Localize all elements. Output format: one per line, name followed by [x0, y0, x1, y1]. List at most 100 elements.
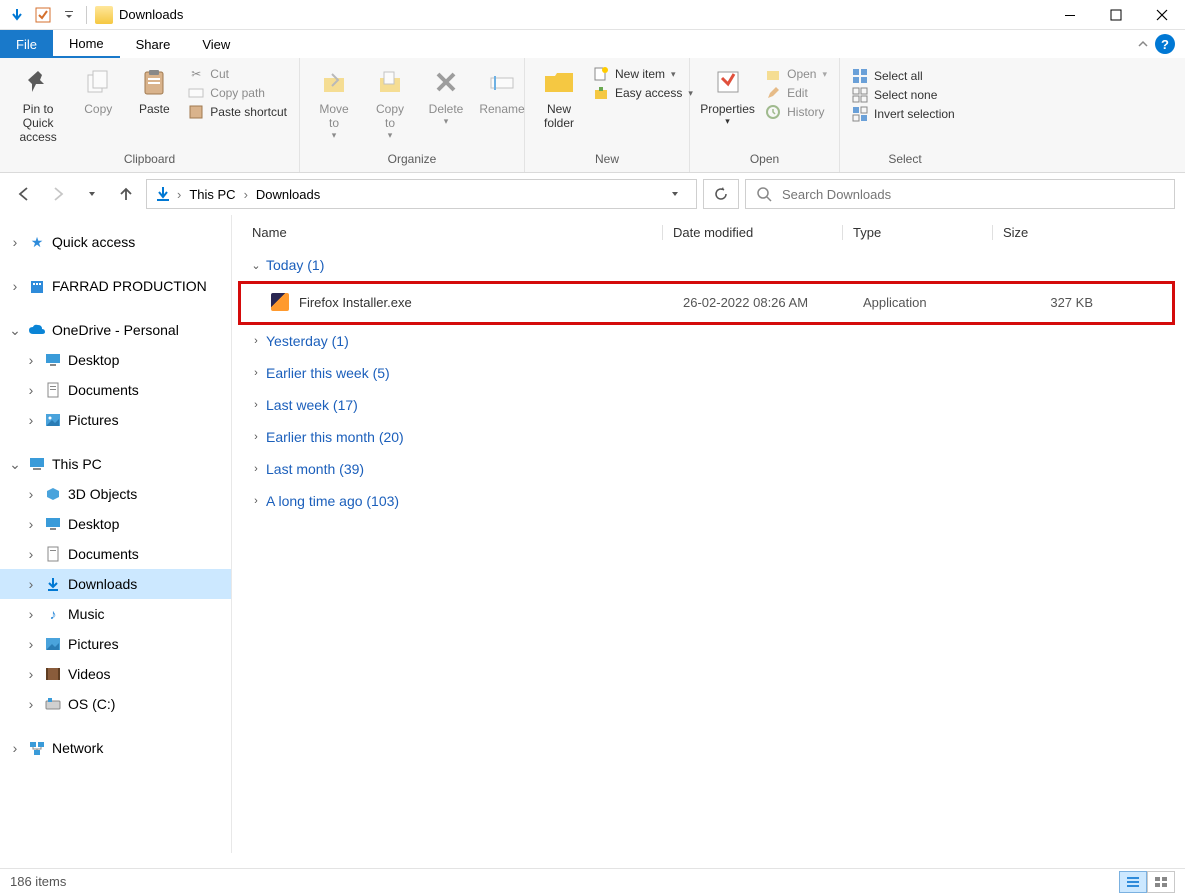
tab-file[interactable]: File	[0, 30, 53, 58]
copy-path-button[interactable]: Copy path	[188, 85, 287, 101]
file-size: 327 KB	[1013, 295, 1113, 310]
sidebar-item-quick-access[interactable]: ›★Quick access	[0, 227, 231, 257]
sidebar-item-os-c[interactable]: ›OS (C:)	[0, 689, 231, 719]
properties-icon	[712, 66, 744, 98]
download-icon	[44, 575, 62, 593]
sidebar-item-onedrive-documents[interactable]: ›Documents	[0, 375, 231, 405]
sidebar-item-this-pc[interactable]: ⌄This PC	[0, 449, 231, 479]
easy-access-button[interactable]: Easy access ▾	[593, 85, 693, 101]
properties-button[interactable]: Properties▾	[696, 62, 759, 127]
sidebar-item-farrad[interactable]: ›FARRAD PRODUCTION	[0, 271, 231, 301]
details-view-button[interactable]	[1119, 871, 1147, 893]
up-button[interactable]	[112, 180, 140, 208]
chevron-right-icon: ›	[250, 367, 262, 379]
breadcrumb-dropdown-icon[interactable]	[660, 189, 690, 199]
chevron-down-icon[interactable]: ⌄	[8, 456, 22, 473]
edit-icon	[765, 85, 781, 101]
pin-quick-access-button[interactable]: Pin to Quick access	[6, 62, 70, 144]
column-header-name[interactable]: Name	[252, 225, 662, 240]
group-last-week[interactable]: ›Last week (17)	[232, 389, 1185, 421]
history-icon	[765, 104, 781, 120]
sidebar-item-pictures[interactable]: ›Pictures	[0, 629, 231, 659]
drive-icon	[44, 695, 62, 713]
chevron-right-icon: ›	[250, 495, 262, 507]
chevron-down-icon[interactable]: ⌄	[8, 322, 22, 339]
navigation-pane[interactable]: ›★Quick access ›FARRAD PRODUCTION ⌄OneDr…	[0, 215, 232, 853]
search-box[interactable]	[745, 179, 1175, 209]
edit-button[interactable]: Edit	[765, 85, 827, 101]
group-long-ago[interactable]: ›A long time ago (103)	[232, 485, 1185, 517]
sidebar-item-onedrive-pictures[interactable]: ›Pictures	[0, 405, 231, 435]
refresh-button[interactable]	[703, 179, 739, 209]
forward-button[interactable]	[44, 180, 72, 208]
checkbox-icon[interactable]	[34, 6, 52, 24]
close-button[interactable]	[1139, 0, 1185, 30]
maximize-button[interactable]	[1093, 0, 1139, 30]
chevron-right-icon[interactable]: ›	[177, 187, 181, 202]
paste-shortcut-button[interactable]: Paste shortcut	[188, 104, 287, 120]
sidebar-item-onedrive[interactable]: ⌄OneDrive - Personal	[0, 315, 231, 345]
music-icon: ♪	[44, 605, 62, 623]
file-row-firefox-installer[interactable]: Firefox Installer.exe 26-02-2022 08:26 A…	[241, 288, 1172, 316]
help-icon[interactable]: ?	[1155, 34, 1175, 54]
paste-button[interactable]: Paste	[126, 62, 182, 116]
rename-icon	[486, 66, 518, 98]
search-input[interactable]	[782, 187, 1164, 202]
building-icon	[28, 277, 46, 295]
sidebar-item-downloads[interactable]: ›Downloads	[0, 569, 231, 599]
copy-button[interactable]: Copy	[70, 62, 126, 116]
sidebar-item-desktop[interactable]: ›Desktop	[0, 509, 231, 539]
firefox-icon	[271, 293, 289, 311]
downloads-icon	[153, 184, 173, 204]
pictures-icon	[44, 411, 62, 429]
column-header-date[interactable]: Date modified	[662, 225, 842, 240]
desktop-icon	[44, 351, 62, 369]
history-button[interactable]: History	[765, 104, 827, 120]
group-last-month[interactable]: ›Last month (39)	[232, 453, 1185, 485]
select-none-button[interactable]: Select none	[852, 87, 955, 103]
group-yesterday[interactable]: ›Yesterday (1)	[232, 325, 1185, 357]
chevron-right-icon[interactable]: ›	[244, 187, 248, 202]
new-folder-button[interactable]: New folder	[531, 62, 587, 130]
rename-button[interactable]: Rename	[474, 62, 530, 116]
group-earlier-month[interactable]: ›Earlier this month (20)	[232, 421, 1185, 453]
large-icons-view-button[interactable]	[1147, 871, 1175, 893]
breadcrumb-this-pc[interactable]: This PC	[185, 187, 239, 202]
new-item-icon	[593, 66, 609, 82]
chevron-right-icon: ›	[250, 335, 262, 347]
move-to-button[interactable]: Move to▾	[306, 62, 362, 141]
tab-home[interactable]: Home	[53, 30, 120, 58]
collapse-ribbon-icon[interactable]	[1137, 38, 1149, 50]
back-button[interactable]	[10, 180, 38, 208]
sidebar-item-network[interactable]: ›Network	[0, 733, 231, 763]
open-button[interactable]: Open ▾	[765, 66, 827, 82]
chevron-right-icon: ›	[250, 431, 262, 443]
group-today[interactable]: ⌄Today (1)	[232, 249, 1185, 281]
group-label-new: New	[525, 150, 689, 172]
select-all-button[interactable]: Select all	[852, 68, 955, 84]
scissors-icon: ✂	[188, 66, 204, 82]
delete-button[interactable]: Delete▾	[418, 62, 474, 127]
new-item-button[interactable]: New item ▾	[593, 66, 693, 82]
invert-selection-button[interactable]: Invert selection	[852, 106, 955, 122]
path-icon	[188, 85, 204, 101]
minimize-button[interactable]	[1047, 0, 1093, 30]
cut-button[interactable]: ✂Cut	[188, 66, 287, 82]
tab-view[interactable]: View	[186, 30, 246, 58]
breadcrumb[interactable]: › This PC › Downloads	[146, 179, 697, 209]
sidebar-item-onedrive-desktop[interactable]: ›Desktop	[0, 345, 231, 375]
tab-share[interactable]: Share	[120, 30, 187, 58]
file-name: Firefox Installer.exe	[299, 295, 683, 310]
easy-access-icon	[593, 85, 609, 101]
qat-dropdown-icon[interactable]	[60, 6, 78, 24]
group-earlier-week[interactable]: ›Earlier this week (5)	[232, 357, 1185, 389]
sidebar-item-documents[interactable]: ›Documents	[0, 539, 231, 569]
sidebar-item-music[interactable]: ›♪Music	[0, 599, 231, 629]
sidebar-item-videos[interactable]: ›Videos	[0, 659, 231, 689]
breadcrumb-downloads[interactable]: Downloads	[252, 187, 324, 202]
recent-locations-button[interactable]	[78, 180, 106, 208]
chevron-down-icon: ⌄	[250, 259, 262, 272]
sidebar-item-3d-objects[interactable]: ›3D Objects	[0, 479, 231, 509]
copy-to-button[interactable]: Copy to▾	[362, 62, 418, 141]
down-arrow-icon[interactable]	[8, 6, 26, 24]
